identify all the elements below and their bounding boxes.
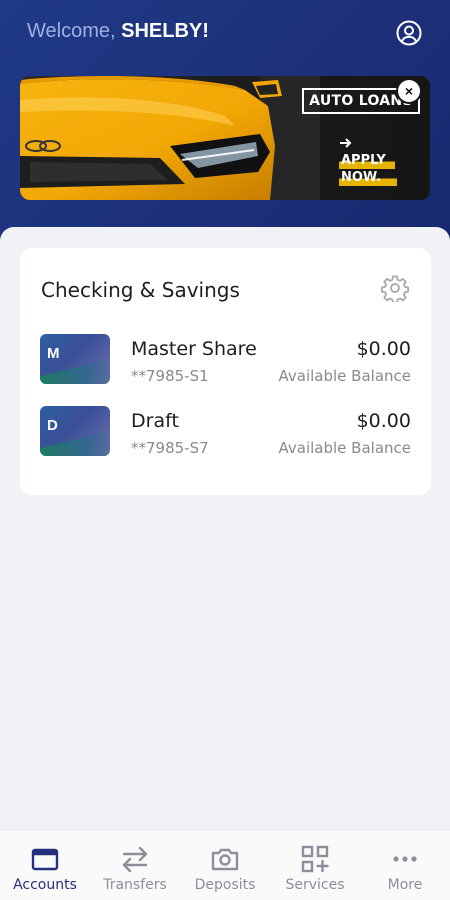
profile-icon[interactable] [396, 20, 422, 46]
account-letter: D [47, 417, 58, 434]
wallet-icon [31, 848, 59, 871]
tab-transfers[interactable]: Transfers [90, 830, 180, 900]
balance-label: Available Balance [278, 367, 412, 385]
card-title: Checking & Savings [41, 278, 240, 302]
cta-line-2: NOW. [339, 169, 397, 186]
more-dots-icon [393, 856, 417, 862]
tab-deposits[interactable]: Deposits [180, 830, 270, 900]
gear-icon[interactable] [381, 274, 409, 302]
bottom-tab-bar: Accounts Transfers Deposits Services Mor… [0, 829, 450, 900]
account-row-draft[interactable]: D Draft **7985-S7 $0.00 Available Balanc… [40, 406, 411, 458]
accounts-card: Checking & Savings M Master Share **7985… [20, 248, 431, 495]
camera-icon [211, 848, 239, 871]
account-tile: D [40, 406, 110, 456]
welcome-message: Welcome, SHELBY! [27, 20, 209, 43]
tab-label: Transfers [103, 877, 167, 893]
account-balance: $0.00 [356, 338, 411, 360]
account-row-master-share[interactable]: M Master Share **7985-S1 $0.00 Available… [40, 334, 411, 386]
welcome-prefix: Welcome, [27, 20, 116, 42]
balance-label: Available Balance [278, 439, 412, 457]
account-letter: M [47, 345, 60, 362]
tab-accounts[interactable]: Accounts [0, 830, 90, 900]
grid-plus-icon [301, 845, 329, 873]
account-name: Master Share [131, 338, 257, 360]
tab-services[interactable]: Services [270, 830, 360, 900]
account-name: Draft [131, 410, 179, 432]
header-hero: Welcome, SHELBY! AUTO LOANS × APPLY NOW. [0, 0, 450, 250]
transfer-arrows-icon [122, 846, 148, 873]
tab-label: Services [285, 877, 345, 893]
tab-label: Deposits [194, 877, 256, 893]
close-icon[interactable]: × [398, 80, 420, 102]
account-number: **7985-S1 [131, 367, 209, 385]
auto-loans-banner[interactable]: AUTO LOANS × APPLY NOW. [20, 76, 430, 200]
account-number: **7985-S7 [131, 439, 209, 457]
tab-label: Accounts [13, 877, 77, 893]
cta-line-1: APPLY [339, 152, 395, 169]
account-balance: $0.00 [356, 410, 411, 432]
tab-label: More [387, 877, 423, 893]
account-tile: M [40, 334, 110, 384]
arrow-icon [340, 138, 352, 148]
apply-now-link[interactable]: APPLY NOW. [339, 152, 397, 186]
user-name: SHELBY! [121, 20, 209, 42]
tab-more[interactable]: More [360, 830, 450, 900]
content-sheet: Checking & Savings M Master Share **7985… [0, 227, 450, 900]
